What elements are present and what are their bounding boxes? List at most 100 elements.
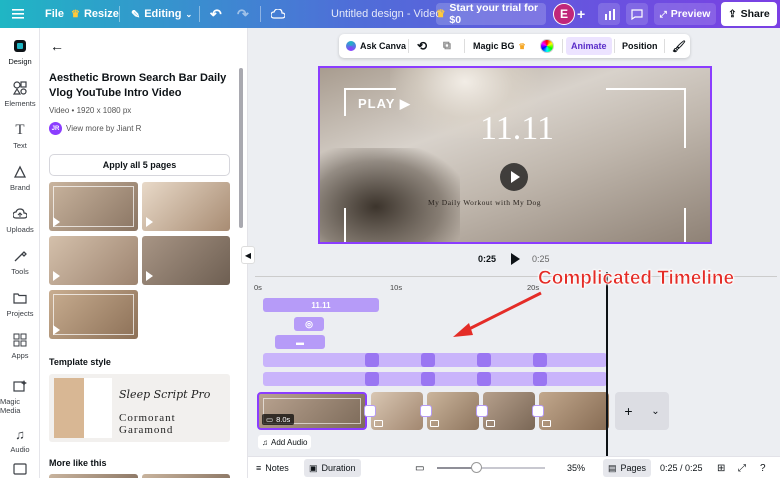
replace-icon[interactable]: ⟲ bbox=[417, 34, 427, 58]
rail-item-text[interactable]: T Text bbox=[0, 116, 40, 156]
clip-page-1[interactable]: ▭ 8.0s bbox=[257, 392, 367, 430]
play-button[interactable] bbox=[504, 249, 524, 269]
timeline-track-element[interactable]: ◎ bbox=[294, 317, 324, 331]
timeline-track-frames[interactable] bbox=[263, 353, 607, 367]
timeline-track-title[interactable]: 11.11 bbox=[263, 298, 379, 312]
video-title[interactable]: 11.11 bbox=[480, 110, 554, 148]
track-segment[interactable] bbox=[421, 372, 435, 386]
template-thumbnail[interactable] bbox=[142, 474, 230, 478]
color-picker-icon[interactable] bbox=[540, 34, 554, 58]
track-segment[interactable] bbox=[533, 353, 547, 367]
template-meta: Video • 1920 x 1080 px bbox=[49, 106, 132, 115]
track-segment[interactable] bbox=[365, 353, 379, 367]
track-segment[interactable] bbox=[477, 372, 491, 386]
template-thumbnail[interactable] bbox=[49, 236, 138, 285]
color-wheel bbox=[540, 39, 554, 53]
timeline-playhead[interactable] bbox=[606, 272, 608, 456]
back-arrow-icon[interactable]: ← bbox=[50, 38, 64, 54]
ruler-tick: 10s bbox=[390, 283, 403, 292]
help-icon[interactable]: ? bbox=[760, 457, 766, 479]
avatar[interactable]: E bbox=[553, 3, 575, 25]
track-segment[interactable] bbox=[477, 353, 491, 367]
zoom-slider[interactable] bbox=[437, 462, 545, 473]
transition-icon[interactable] bbox=[532, 405, 544, 417]
rail-item-videos[interactable] bbox=[0, 460, 40, 478]
rail-item-uploads[interactable]: Uploads bbox=[0, 200, 40, 240]
resize-button[interactable]: ♛ Resize bbox=[71, 0, 119, 28]
duration-button[interactable]: ▣ Duration bbox=[304, 459, 361, 477]
grid-view-icon[interactable]: ⊞ bbox=[717, 457, 725, 479]
add-collaborator-icon[interactable]: + bbox=[577, 0, 585, 28]
collapse-panel-button[interactable]: ◀ bbox=[241, 246, 255, 264]
template-style-card[interactable]: Sleep Script Pro Cormorant Garamond bbox=[49, 374, 230, 442]
document-title[interactable]: Untitled design - Video bbox=[331, 0, 441, 28]
undo-icon[interactable]: ↶ bbox=[210, 0, 222, 28]
template-thumbnail[interactable] bbox=[49, 474, 138, 478]
file-menu[interactable]: File bbox=[45, 0, 64, 28]
apply-all-pages-button[interactable]: Apply all 5 pages bbox=[49, 154, 230, 176]
menu-icon[interactable] bbox=[12, 0, 24, 28]
template-thumbnail[interactable] bbox=[49, 182, 138, 231]
transition-icon[interactable] bbox=[364, 405, 376, 417]
timeline-track-frames[interactable] bbox=[263, 372, 607, 386]
template-thumbnail[interactable] bbox=[142, 182, 230, 231]
file-label: File bbox=[45, 8, 64, 20]
transition-icon[interactable] bbox=[420, 405, 432, 417]
play-icon bbox=[511, 171, 520, 183]
clip-page[interactable] bbox=[539, 392, 609, 430]
magic-media-icon bbox=[12, 378, 28, 394]
video-play-text[interactable]: PLAY ▶ bbox=[358, 96, 411, 112]
flip-icon[interactable]: ⧉ bbox=[443, 34, 451, 58]
ask-canva-button[interactable]: Ask Canva bbox=[346, 34, 406, 58]
clip-page[interactable] bbox=[371, 392, 423, 430]
pages-button[interactable]: ▤ Pages bbox=[603, 459, 652, 477]
track-segment[interactable] bbox=[533, 372, 547, 386]
notes-button[interactable]: ≡ Notes bbox=[256, 457, 289, 479]
redo-icon[interactable]: ↷ bbox=[237, 0, 249, 28]
panel-scrollbar[interactable] bbox=[239, 68, 243, 228]
video-play-button[interactable] bbox=[500, 163, 528, 191]
comment-icon[interactable] bbox=[626, 3, 648, 25]
author-link[interactable]: JR View more by Jiant R bbox=[49, 122, 141, 135]
template-thumbnail[interactable] bbox=[49, 290, 138, 339]
zoom-slider-knob[interactable] bbox=[471, 462, 482, 473]
fit-screen-icon[interactable]: ▭ bbox=[415, 457, 424, 479]
rail-item-tools[interactable]: Tools bbox=[0, 242, 40, 282]
video-icon bbox=[486, 420, 495, 427]
editing-mode-button[interactable]: ✎ Editing ⌄ bbox=[131, 0, 192, 28]
ruler-tick: 0s bbox=[254, 283, 262, 292]
rail-item-audio[interactable]: ♫ Audio bbox=[0, 420, 40, 460]
share-button[interactable]: ⇪ Share bbox=[721, 2, 777, 26]
rail-item-brand[interactable]: Brand bbox=[0, 158, 40, 198]
play-icon bbox=[146, 217, 153, 227]
rail-item-apps[interactable]: Apps bbox=[0, 326, 40, 366]
video-canvas[interactable]: PLAY ▶ 11.11 My Daily Workout with My Do… bbox=[318, 66, 712, 244]
animate-button[interactable]: Animate bbox=[566, 37, 612, 55]
rail-item-magic-media[interactable]: Magic Media bbox=[0, 376, 40, 416]
preview-button[interactable]: ⤢ Preview bbox=[654, 3, 716, 25]
fullscreen-icon[interactable]: ⤢ bbox=[738, 457, 746, 479]
template-thumbnail[interactable] bbox=[142, 236, 230, 285]
add-audio-button[interactable]: ♫ Add Audio bbox=[258, 435, 312, 449]
zoom-percentage[interactable]: 35% bbox=[567, 457, 585, 479]
divider bbox=[614, 39, 615, 53]
track-segment[interactable] bbox=[421, 353, 435, 367]
position-button[interactable]: Position bbox=[622, 34, 658, 58]
rail-item-elements[interactable]: Elements bbox=[0, 74, 40, 114]
position-label: Position bbox=[622, 41, 658, 51]
cloud-save-icon[interactable] bbox=[271, 0, 285, 28]
analytics-icon[interactable] bbox=[598, 3, 620, 25]
video-subtitle[interactable]: My Daily Workout with My Dog bbox=[428, 198, 541, 207]
clip-page[interactable] bbox=[483, 392, 535, 430]
start-trial-button[interactable]: ♛ Start your trial for $0 bbox=[436, 2, 546, 26]
clip-page[interactable] bbox=[427, 392, 479, 430]
canva-assistant-icon bbox=[346, 41, 356, 51]
rail-item-design[interactable]: Design bbox=[0, 32, 40, 72]
add-page-button[interactable]: + ⌄ bbox=[615, 392, 669, 430]
track-segment[interactable] bbox=[365, 372, 379, 386]
paint-roller-icon[interactable]: 🖌 bbox=[672, 34, 686, 58]
magic-bg-button[interactable]: Magic BG ♛ bbox=[473, 34, 526, 58]
transition-icon[interactable] bbox=[476, 405, 488, 417]
timeline-track-element[interactable]: ▬ bbox=[275, 335, 325, 349]
rail-item-projects[interactable]: Projects bbox=[0, 284, 40, 324]
